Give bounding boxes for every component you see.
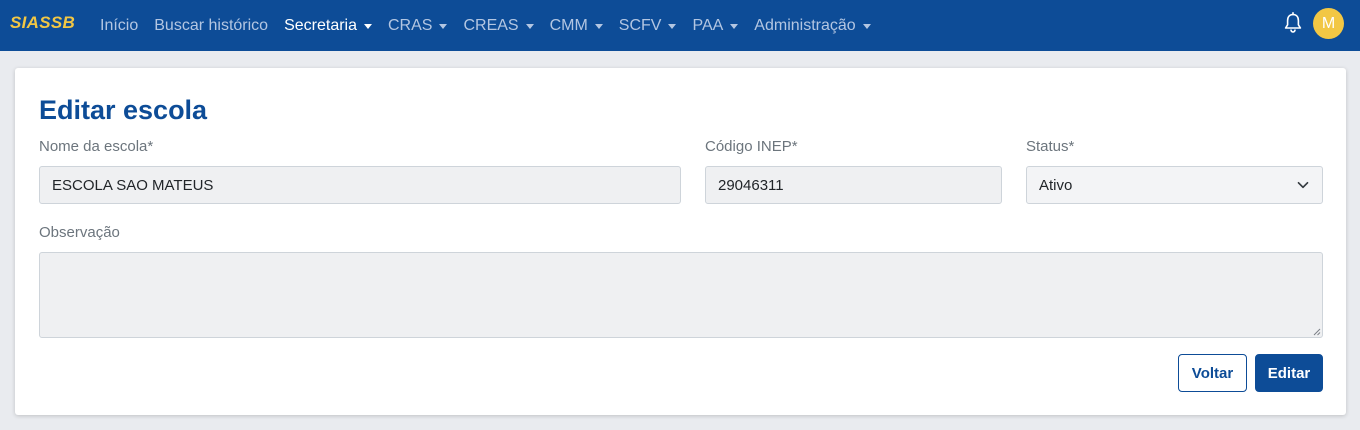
back-button[interactable]: Voltar [1178, 354, 1247, 392]
edit-school-card: Editar escola Nome da escola* ESCOLA SAO… [15, 68, 1346, 415]
notes-label: Observação [39, 224, 120, 241]
inep-code-value: 29046311 [718, 176, 784, 194]
status-select[interactable]: Ativo [1026, 166, 1323, 204]
school-name-value: ESCOLA SAO MATEUS [52, 176, 214, 194]
nav-item-label: CMM [549, 16, 588, 34]
top-navbar: SIASSB Início Buscar histórico Secretari… [0, 0, 1360, 51]
edit-submit-button[interactable]: Editar [1255, 354, 1323, 392]
caret-down-icon [594, 23, 603, 29]
nav-item-label: CREAS [463, 16, 519, 34]
main-nav: Início Buscar histórico Secretaria CRAS … [100, 0, 887, 51]
nav-item-paa[interactable]: PAA [692, 16, 739, 35]
nav-item-scfv[interactable]: SCFV [619, 17, 677, 35]
page-title: Editar escola [39, 95, 208, 125]
status-label: Status* [1026, 138, 1075, 155]
nav-item-label: Buscar histórico [154, 16, 269, 34]
nav-item-administracao[interactable]: Administração [754, 16, 871, 35]
nav-item-secretaria[interactable]: Secretaria [284, 17, 372, 35]
nav-item-label: Secretaria [284, 16, 357, 34]
nav-item-label: Início [100, 16, 139, 34]
nav-item-cras[interactable]: CRAS [388, 16, 448, 35]
nav-item-cmm[interactable]: CMM [550, 17, 603, 35]
status-selected-value: Ativo [1039, 176, 1073, 194]
nav-item-label: PAA [692, 16, 724, 34]
notes-textarea[interactable] [39, 252, 1323, 338]
nav-item-creas[interactable]: CREAS [463, 16, 534, 35]
caret-down-icon [862, 23, 871, 29]
nav-item-buscar-historico[interactable]: Buscar histórico [154, 17, 268, 35]
resize-grip-icon[interactable] [1313, 328, 1321, 336]
brand-logo[interactable]: SIASSB [10, 13, 75, 33]
nav-item-label: Administração [754, 16, 856, 34]
caret-down-icon [364, 23, 372, 29]
school-name-label: Nome da escola* [39, 138, 154, 155]
caret-down-icon [525, 23, 534, 29]
school-name-input[interactable]: ESCOLA SAO MATEUS [39, 166, 681, 204]
inep-code-input[interactable]: 29046311 [705, 166, 1002, 204]
bell-icon[interactable] [1283, 12, 1303, 34]
chevron-down-icon [1297, 181, 1309, 189]
nav-item-label: SCFV [618, 16, 662, 34]
caret-down-icon [668, 23, 677, 29]
user-avatar[interactable]: M [1313, 8, 1344, 39]
caret-down-icon [439, 23, 448, 29]
caret-down-icon [730, 23, 739, 29]
nav-item-inicio[interactable]: Início [100, 17, 138, 35]
nav-item-label: CRAS [388, 16, 433, 34]
inep-code-label: Código INEP* [705, 138, 798, 155]
